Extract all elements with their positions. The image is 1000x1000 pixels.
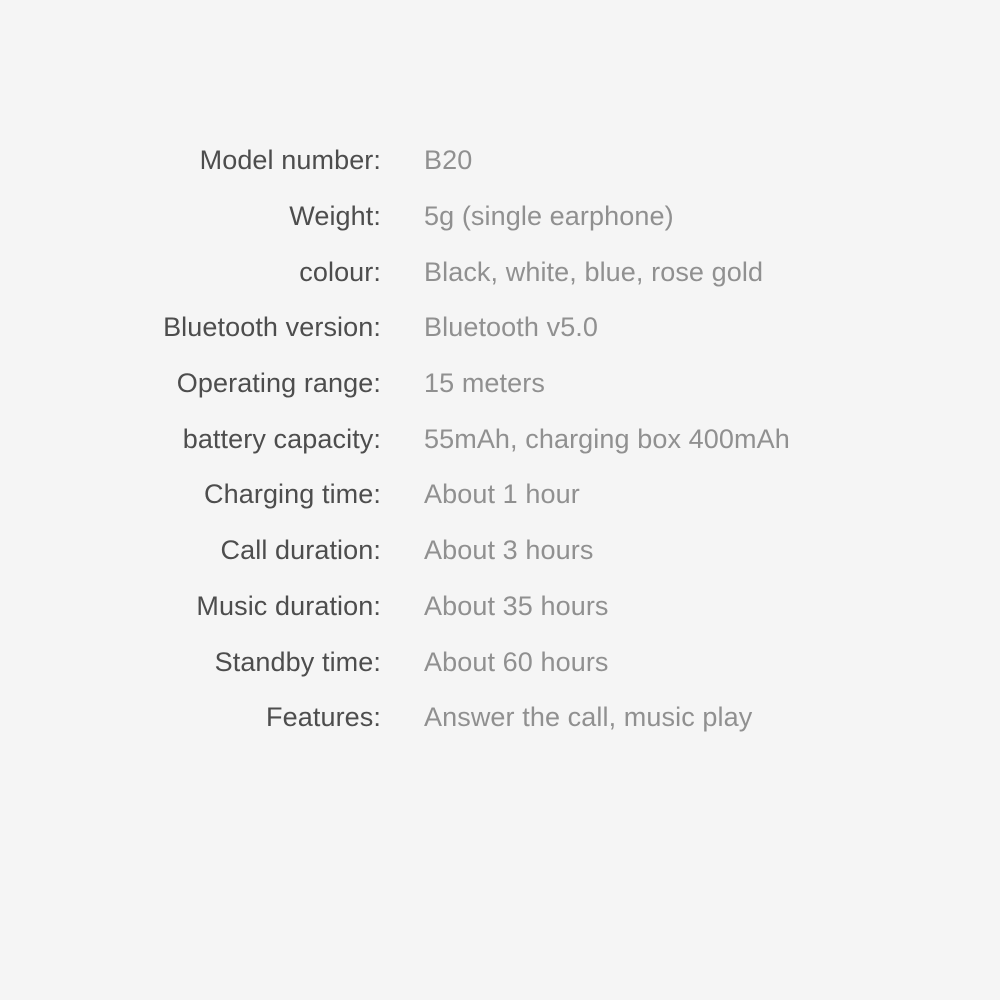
- spec-value-bluetooth-version: Bluetooth v5.0: [424, 312, 599, 343]
- table-row: Weight: 5g (single earphone): [0, 189, 1000, 245]
- table-row: Call duration: About 3 hours: [0, 523, 1000, 579]
- specification-table: Model number: B20 Weight: 5g (single ear…: [0, 133, 1000, 746]
- spec-label-battery-capacity: battery capacity:: [182, 423, 381, 454]
- spec-value-features: Answer the call, music play: [424, 702, 753, 733]
- table-row: battery capacity: 55mAh, charging box 40…: [0, 411, 1000, 467]
- table-row: Charging time: About 1 hour: [0, 467, 1000, 523]
- table-row: colour: Black, white, blue, rose gold: [0, 244, 1000, 300]
- spec-label-call-duration: Call duration:: [220, 535, 381, 566]
- spec-value-call-duration: About 3 hours: [424, 535, 594, 566]
- spec-label-features: Features:: [266, 702, 381, 733]
- spec-value-weight: 5g (single earphone): [424, 201, 674, 232]
- spec-value-colour: Black, white, blue, rose gold: [424, 256, 764, 287]
- spec-label-operating-range: Operating range:: [176, 368, 381, 399]
- spec-label-music-duration: Music duration:: [196, 590, 381, 621]
- spec-label-colour: colour:: [299, 256, 381, 287]
- spec-value-charging-time: About 1 hour: [424, 479, 580, 510]
- spec-value-music-duration: About 35 hours: [424, 590, 609, 621]
- table-row: Standby time: About 60 hours: [0, 634, 1000, 690]
- table-row: Features: Answer the call, music play: [0, 690, 1000, 746]
- table-row: Model number: B20: [0, 133, 1000, 189]
- table-row: Bluetooth version: Bluetooth v5.0: [0, 300, 1000, 356]
- table-row: Music duration: About 35 hours: [0, 579, 1000, 635]
- spec-label-model-number: Model number:: [199, 145, 381, 176]
- spec-value-battery-capacity: 55mAh, charging box 400mAh: [424, 423, 790, 454]
- spec-value-operating-range: 15 meters: [424, 368, 545, 399]
- specification-sheet: Model number: B20 Weight: 5g (single ear…: [0, 0, 1000, 1000]
- spec-label-bluetooth-version: Bluetooth version:: [163, 312, 381, 343]
- spec-value-model-number: B20: [424, 145, 473, 176]
- specification-table-body: Model number: B20 Weight: 5g (single ear…: [0, 133, 1000, 746]
- spec-label-weight: Weight:: [289, 201, 381, 232]
- table-row: Operating range: 15 meters: [0, 356, 1000, 412]
- spec-value-standby-time: About 60 hours: [424, 646, 609, 677]
- spec-label-standby-time: Standby time:: [214, 646, 381, 677]
- spec-label-charging-time: Charging time:: [204, 479, 381, 510]
